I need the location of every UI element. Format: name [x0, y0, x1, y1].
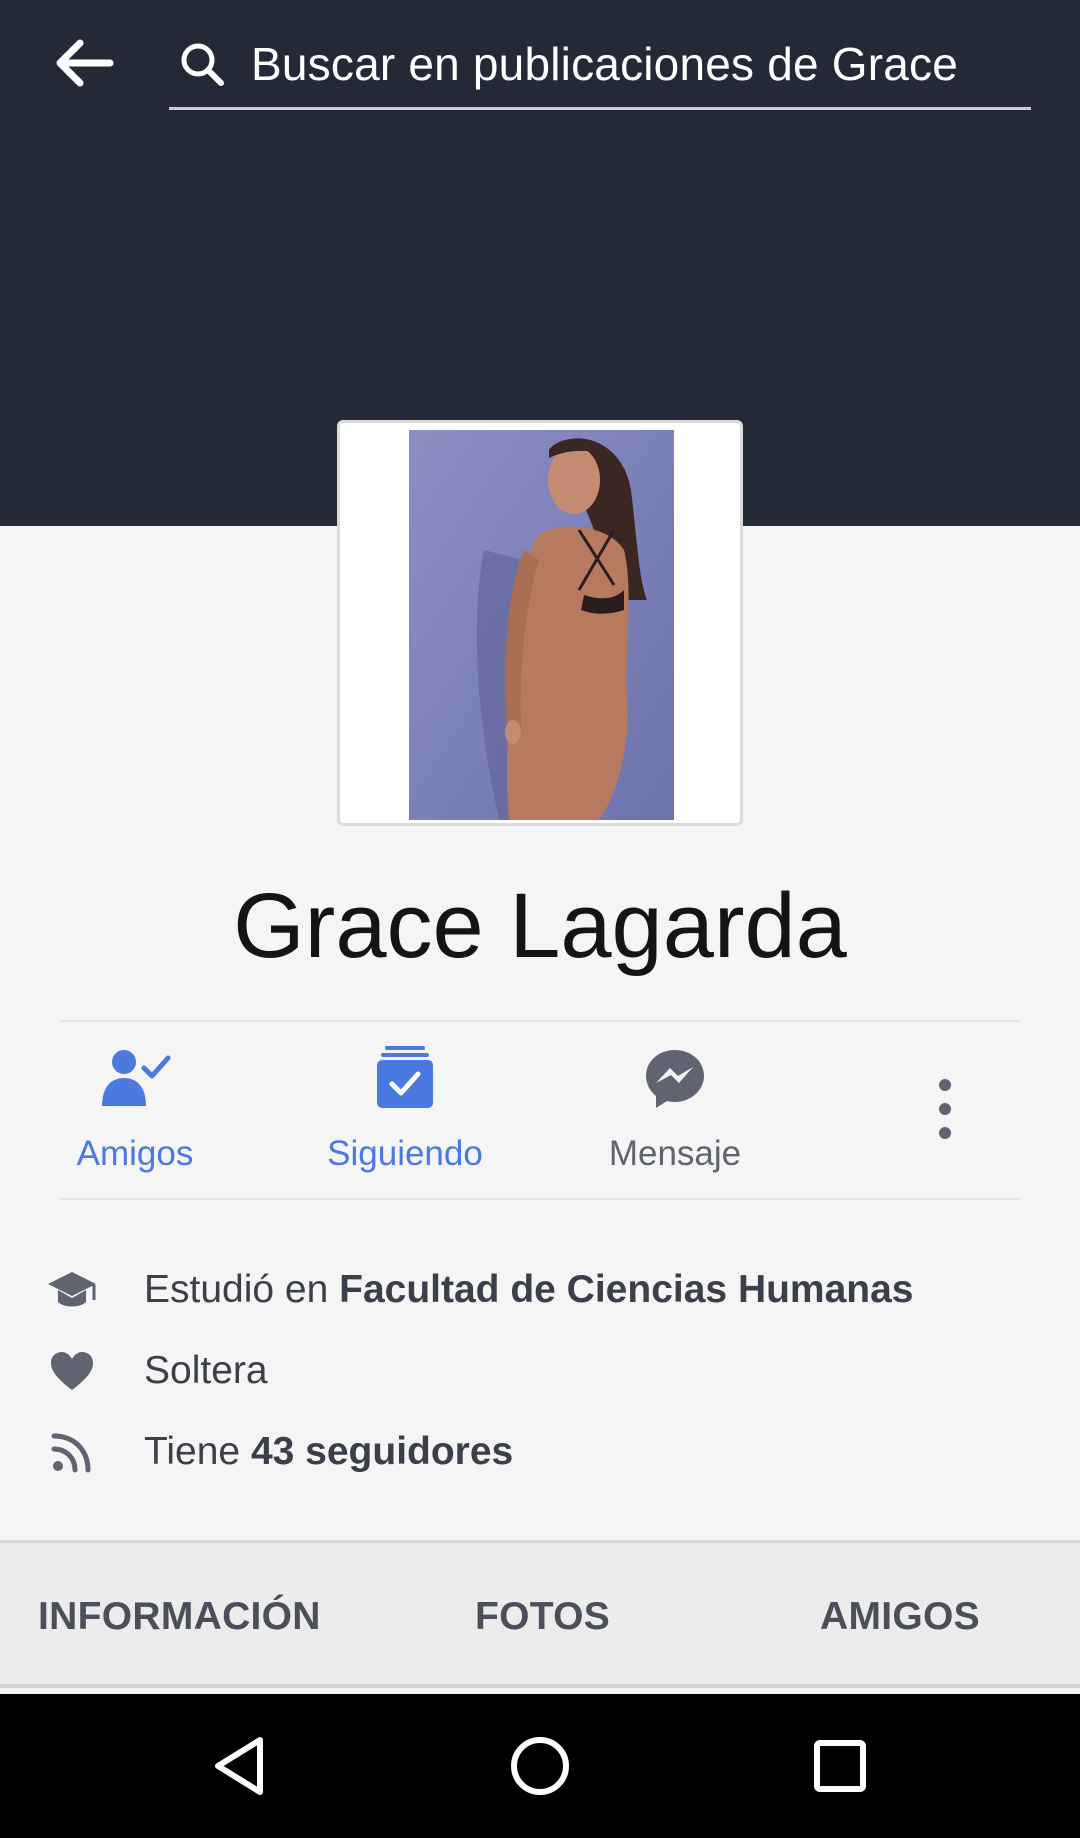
education-prefix: Estudió en: [144, 1268, 340, 1311]
messenger-icon: [646, 1050, 704, 1108]
following-button[interactable]: Siguiendo: [325, 1040, 485, 1190]
followers-prefix: Tiene: [144, 1430, 251, 1473]
relationship-status: Soltera: [144, 1349, 268, 1392]
circle-home-icon: [511, 1737, 569, 1795]
divider-bottom: [60, 1198, 1020, 1200]
nav-back-button[interactable]: [198, 1724, 282, 1808]
info-followers: Tiene 43 seguidores: [0, 1422, 1080, 1482]
following-label: Siguiendo: [327, 1134, 483, 1173]
heart-icon: [51, 1352, 93, 1390]
profile-picture[interactable]: [337, 420, 743, 826]
tab-fotos[interactable]: FOTOS: [475, 1595, 610, 1639]
profile-name: Grace Lagarda: [233, 875, 847, 977]
search-icon: [181, 43, 224, 86]
education-place[interactable]: Facultad de Ciencias Humanas: [339, 1268, 913, 1311]
profile-tabs: INFORMACIÓN FOTOS AMIGOS: [0, 1540, 1080, 1688]
graduation-cap-icon: [48, 1272, 96, 1307]
square-recents-icon: [814, 1740, 866, 1792]
message-button[interactable]: Mensaje: [604, 1040, 746, 1190]
back-button[interactable]: [44, 26, 124, 100]
profile-photo: [409, 430, 674, 820]
info-education: Estudió en Facultad de Ciencias Humanas: [0, 1260, 1080, 1320]
search-input[interactable]: Buscar en publicaciones de Grace: [169, 20, 1031, 110]
message-label: Mensaje: [608, 1134, 742, 1173]
rss-icon: [51, 1433, 91, 1473]
friends-label: Amigos: [76, 1134, 194, 1173]
system-nav-bar: [0, 1694, 1080, 1838]
vertical-dots-icon: [939, 1079, 951, 1139]
nav-recents-button[interactable]: [798, 1724, 882, 1808]
check-square-icon: [377, 1046, 433, 1108]
person-check-icon: [102, 1050, 171, 1106]
tab-informacion[interactable]: INFORMACIÓN: [38, 1595, 321, 1639]
triangle-back-icon: [215, 1737, 263, 1795]
tab-amigos[interactable]: AMIGOS: [820, 1595, 980, 1639]
more-options-button[interactable]: [918, 1074, 972, 1144]
nav-home-button[interactable]: [498, 1724, 582, 1808]
info-relationship: Soltera: [0, 1341, 1080, 1401]
arrow-left-icon: [56, 39, 114, 87]
friends-button[interactable]: Amigos: [70, 1040, 200, 1190]
search-placeholder: Buscar en publicaciones de Grace: [251, 37, 959, 90]
divider-top: [60, 1020, 1020, 1022]
followers-count[interactable]: 43 seguidores: [251, 1430, 513, 1473]
